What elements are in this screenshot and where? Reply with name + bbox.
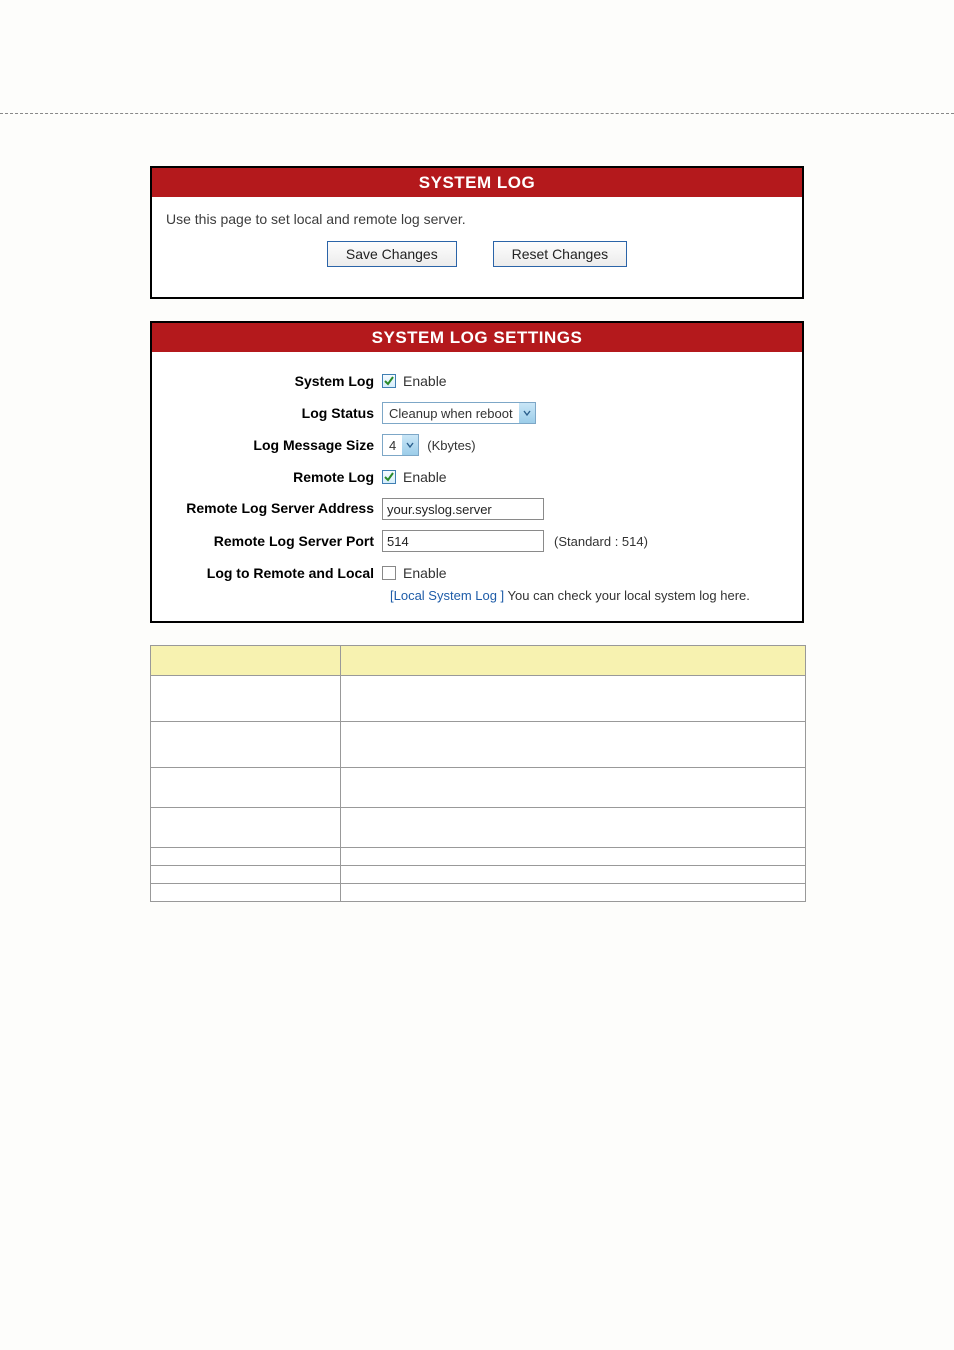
table-cell bbox=[151, 865, 341, 883]
remote-log-enable-text: Enable bbox=[403, 469, 447, 485]
table-cell bbox=[151, 883, 341, 901]
remote-server-address-label: Remote Log Server Address bbox=[164, 501, 382, 516]
system-log-settings-title: SYSTEM LOG SETTINGS bbox=[152, 323, 802, 352]
log-both-checkbox[interactable] bbox=[382, 566, 396, 580]
log-status-value: Cleanup when reboot bbox=[383, 406, 519, 421]
remote-server-port-label: Remote Log Server Port bbox=[164, 533, 382, 549]
reset-changes-button[interactable]: Reset Changes bbox=[493, 241, 628, 267]
remote-log-label: Remote Log bbox=[164, 469, 382, 485]
system-log-title: SYSTEM LOG bbox=[152, 168, 802, 197]
table-cell bbox=[151, 675, 341, 721]
table-cell bbox=[151, 807, 341, 847]
system-log-settings-panel: SYSTEM LOG SETTINGS System Log Enable Lo… bbox=[150, 321, 804, 623]
system-log-label: System Log bbox=[164, 373, 382, 389]
system-log-description: Use this page to set local and remote lo… bbox=[166, 211, 788, 227]
table-cell bbox=[341, 865, 806, 883]
log-both-label: Log to Remote and Local bbox=[164, 565, 382, 581]
remote-log-checkbox[interactable] bbox=[382, 470, 396, 484]
table-row bbox=[151, 847, 806, 865]
remote-server-port-input[interactable] bbox=[382, 530, 544, 552]
log-status-select[interactable]: Cleanup when reboot bbox=[382, 402, 536, 424]
table-row bbox=[151, 767, 806, 807]
system-log-checkbox[interactable] bbox=[382, 374, 396, 388]
log-status-label: Log Status bbox=[164, 405, 382, 421]
table-header-cell bbox=[151, 645, 341, 675]
table-cell bbox=[151, 721, 341, 767]
log-message-size-value: 4 bbox=[383, 438, 402, 453]
table-row bbox=[151, 865, 806, 883]
remote-server-port-note: (Standard : 514) bbox=[554, 534, 648, 549]
save-changes-button[interactable]: Save Changes bbox=[327, 241, 457, 267]
table-cell bbox=[151, 847, 341, 865]
log-message-size-select[interactable]: 4 bbox=[382, 434, 419, 456]
table-cell bbox=[341, 767, 806, 807]
table-header-cell bbox=[341, 645, 806, 675]
remote-server-address-input[interactable] bbox=[382, 498, 544, 520]
system-log-panel: SYSTEM LOG Use this page to set local an… bbox=[150, 166, 804, 299]
table-cell bbox=[341, 721, 806, 767]
chevron-down-icon bbox=[402, 435, 418, 455]
check-icon bbox=[384, 376, 394, 386]
table-cell bbox=[341, 883, 806, 901]
blank-table bbox=[150, 645, 806, 902]
table-cell bbox=[341, 847, 806, 865]
local-system-log-note: You can check your local system log here… bbox=[504, 588, 750, 603]
log-message-size-label: Log Message Size bbox=[164, 437, 382, 453]
table-row bbox=[151, 807, 806, 847]
chevron-down-icon bbox=[519, 403, 535, 423]
system-log-enable-text: Enable bbox=[403, 373, 447, 389]
table-header-row bbox=[151, 645, 806, 675]
table-row bbox=[151, 675, 806, 721]
table-row bbox=[151, 721, 806, 767]
check-icon bbox=[384, 472, 394, 482]
table-cell bbox=[151, 767, 341, 807]
log-message-size-unit: (Kbytes) bbox=[427, 438, 475, 453]
table-cell bbox=[341, 675, 806, 721]
table-row bbox=[151, 883, 806, 901]
table-cell bbox=[341, 807, 806, 847]
log-both-enable-text: Enable bbox=[403, 565, 447, 581]
local-system-log-link[interactable]: [Local System Log ] bbox=[390, 588, 504, 603]
